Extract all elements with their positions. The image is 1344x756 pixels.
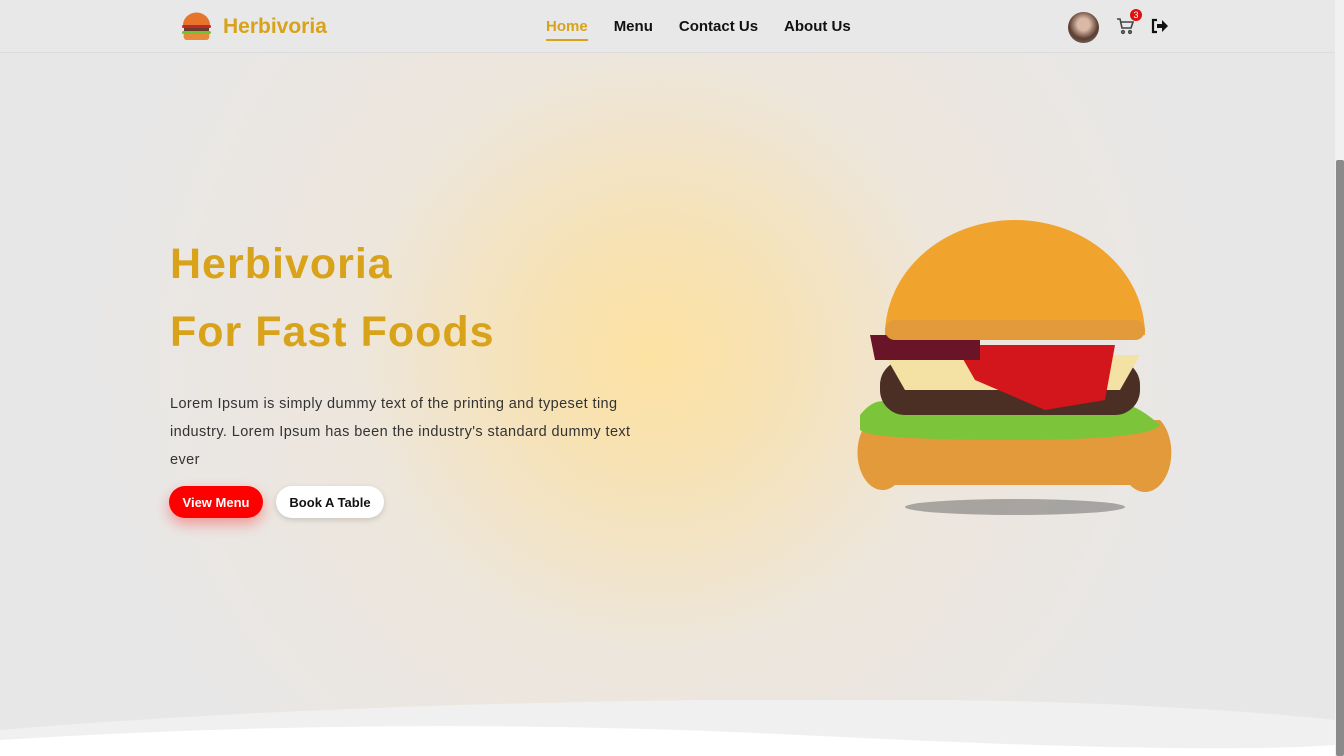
nav-about-us[interactable]: About Us bbox=[784, 18, 851, 41]
scrollbar-thumb[interactable] bbox=[1336, 160, 1344, 756]
burger-image bbox=[857, 220, 1172, 515]
nav-contact-us[interactable]: Contact Us bbox=[679, 18, 758, 41]
logout-icon[interactable] bbox=[1151, 18, 1168, 34]
book-table-button[interactable]: Book A Table bbox=[276, 486, 384, 518]
cart-count-badge: 3 bbox=[1130, 9, 1142, 21]
burger-icon bbox=[182, 12, 211, 41]
view-menu-button[interactable]: View Menu bbox=[169, 486, 263, 518]
header: Herbivoria Home Menu Contact Us About Us… bbox=[0, 0, 1335, 53]
hero-description: Lorem Ipsum is simply dummy text of the … bbox=[170, 396, 631, 468]
brand-logo[interactable]: Herbivoria bbox=[180, 10, 327, 43]
brand-name: Herbivoria bbox=[223, 14, 327, 38]
main-nav: Home Menu Contact Us About Us bbox=[546, 18, 851, 41]
avatar[interactable] bbox=[1068, 12, 1099, 43]
wave-divider bbox=[0, 700, 1335, 756]
nav-home[interactable]: Home bbox=[546, 18, 588, 41]
hero-subtitle: For Fast Foods bbox=[170, 308, 495, 356]
hero-title: Herbivoria bbox=[170, 240, 393, 288]
nav-menu[interactable]: Menu bbox=[614, 18, 653, 41]
